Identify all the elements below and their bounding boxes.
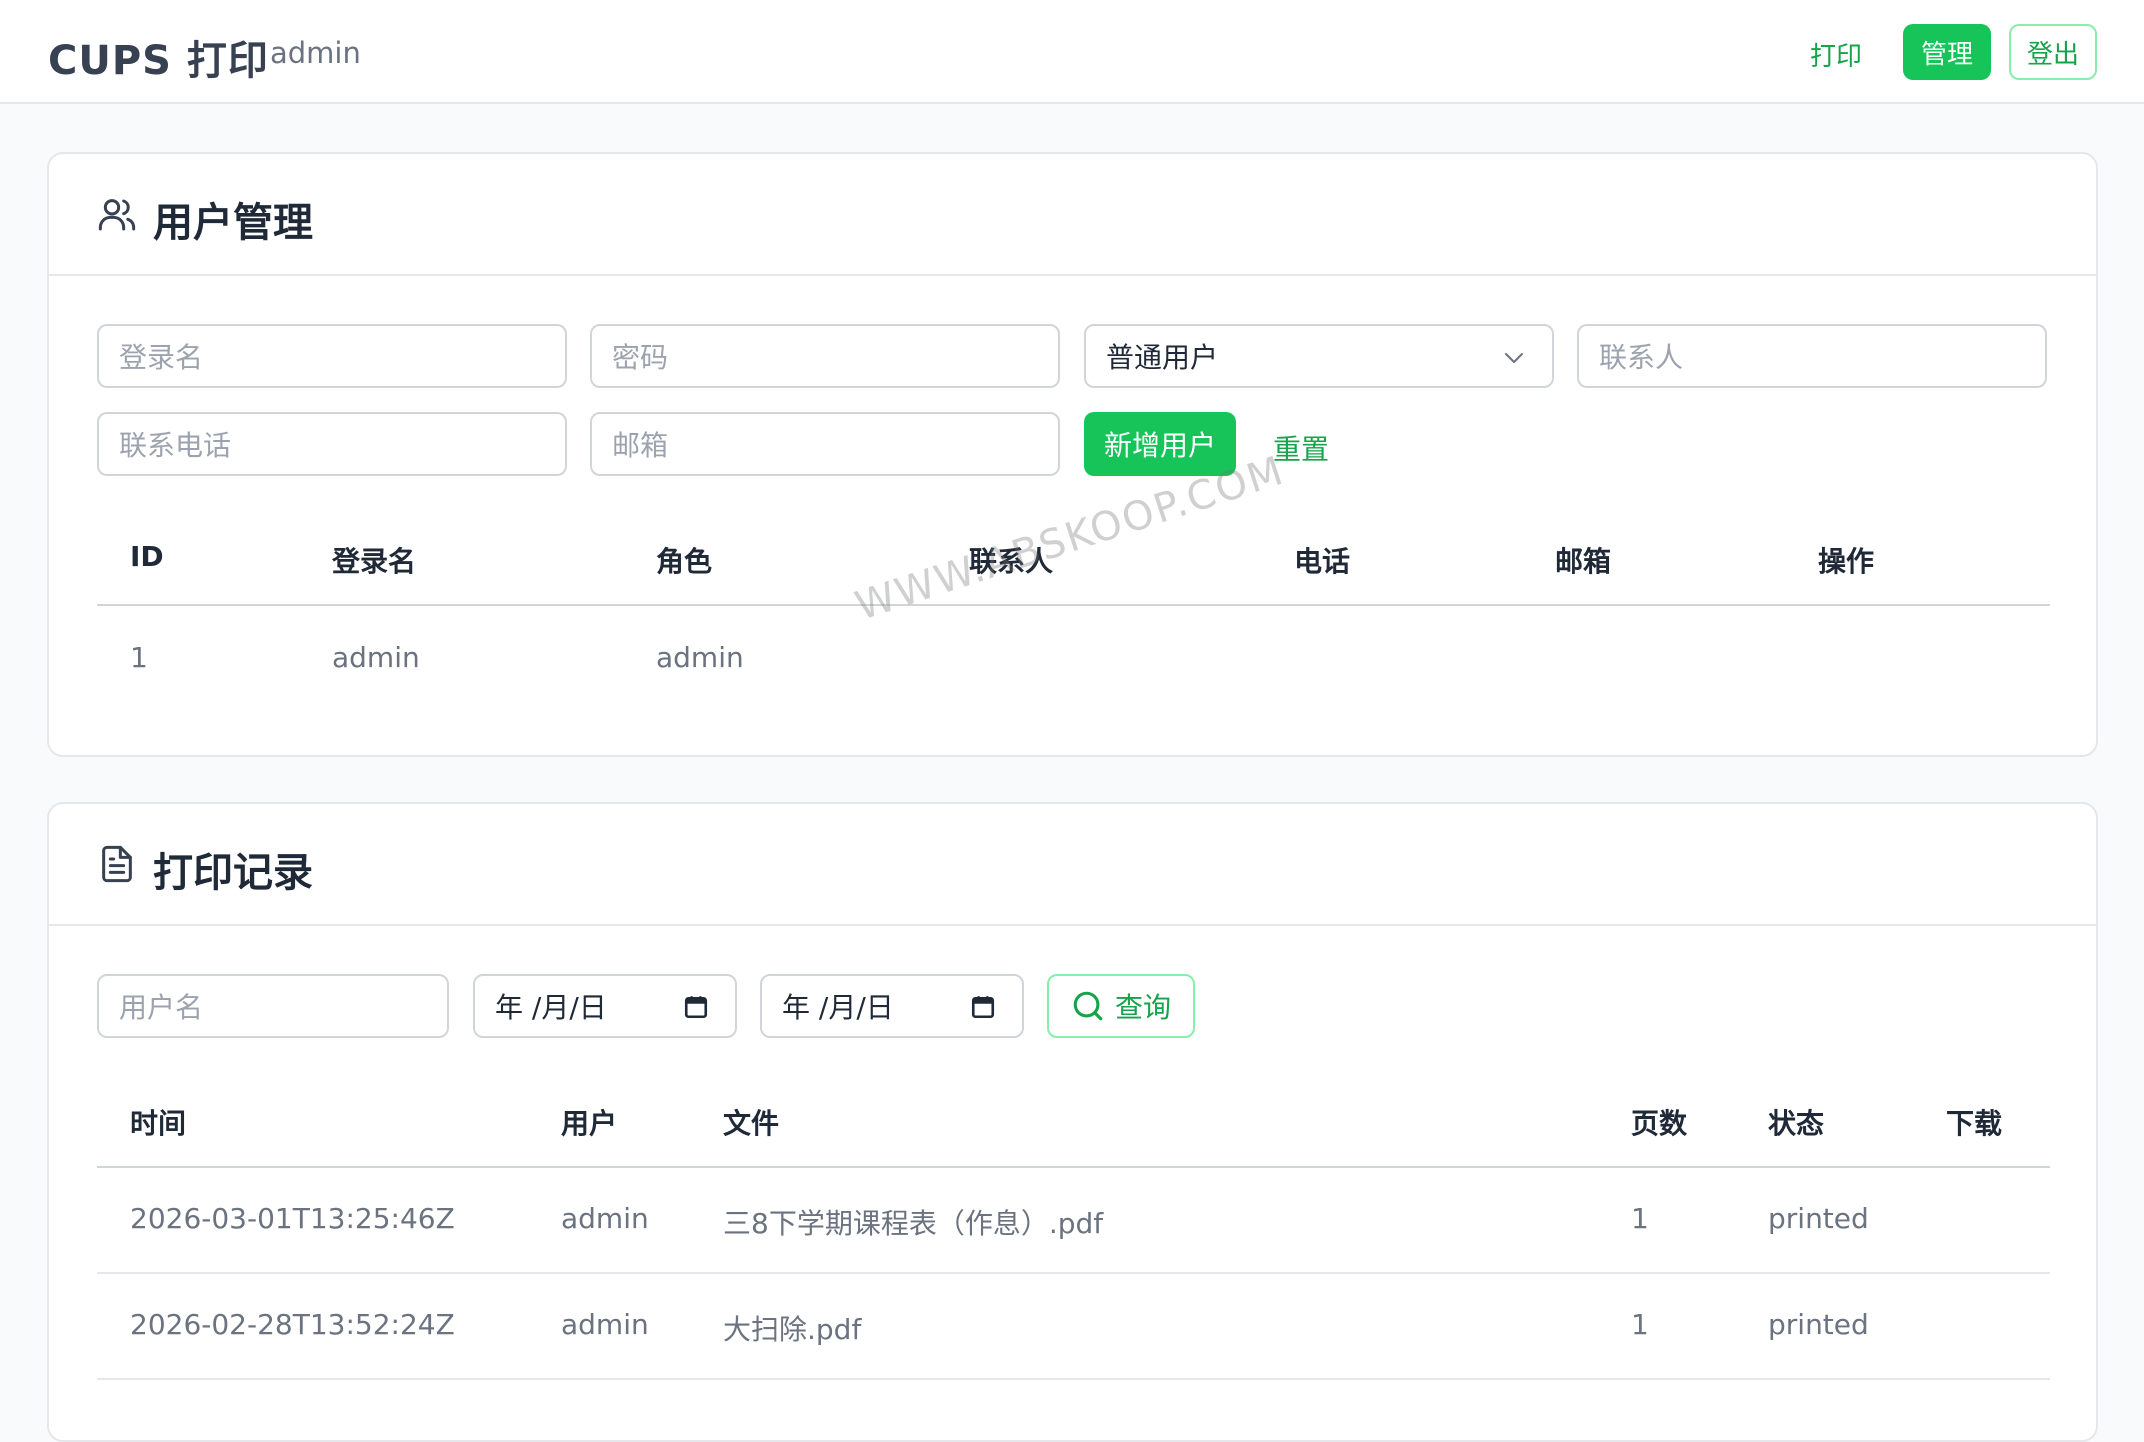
top-bar: CUPS 打印 admin 打印 管理 登出 [0,0,2144,104]
row-divider [97,1272,2050,1274]
record-file: 大扫除.pdf [723,1313,862,1346]
col-header-id: ID [130,540,164,573]
col-header-pages: 页数 [1631,1107,1688,1140]
users-icon [98,199,136,231]
contact-input[interactable]: 联系人 [1577,324,2047,388]
record-user: admin [561,1202,649,1235]
col-header-login: 登录名 [332,545,417,578]
role-select-value: 普通用户 [1106,341,1219,374]
role-select[interactable]: 普通用户 [1084,324,1554,388]
print-records-header: 打印记录 [49,804,2096,926]
login-name-input[interactable]: 登录名 [97,324,567,388]
user-management-title: 用户管理 [153,200,313,246]
col-header-file: 文件 [723,1107,780,1140]
record-status: printed [1768,1308,1869,1341]
record-pages: 1 [1631,1308,1649,1341]
user-row-id: 1 [130,641,148,674]
print-records-card: 打印记录 用户名 年 /月/日 年 /月/日 查询 时间 用户 文件 页数 状态… [47,802,2098,1442]
phone-input[interactable]: 联系电话 [97,412,567,476]
query-button-label: 查询 [1114,991,1171,1024]
print-records-title: 打印记录 [153,850,313,896]
date-from-input[interactable]: 年 /月/日 [473,974,737,1038]
record-pages: 1 [1631,1202,1649,1235]
user-management-card: 用户管理 登录名 密码 普通用户 联系人 联系电话 邮箱 新增用户 重置 ID … [47,152,2098,757]
col-header-time: 时间 [130,1107,187,1140]
email-input[interactable]: 邮箱 [590,412,1060,476]
table-header-divider [97,604,2050,606]
search-icon [1073,991,1103,1021]
current-user: admin [270,36,361,70]
record-time: 2026-03-01T13:25:46Z [130,1202,455,1235]
user-row-role: admin [656,641,744,674]
col-header-download: 下载 [1946,1107,2003,1140]
calendar-icon[interactable] [970,994,996,1020]
record-user: admin [561,1308,649,1341]
password-input[interactable]: 密码 [590,324,1060,388]
logout-button[interactable]: 登出 [2009,24,2097,80]
add-user-button[interactable]: 新增用户 [1084,412,1236,476]
table-header-divider [97,1166,2050,1168]
date-from-value: 年 /月/日 [495,991,607,1024]
nav-manage-button[interactable]: 管理 [1903,24,1991,80]
date-to-input[interactable]: 年 /月/日 [760,974,1024,1038]
app-title: CUPS 打印 [48,38,269,84]
col-header-actions: 操作 [1818,545,1875,578]
query-button[interactable]: 查询 [1047,974,1195,1038]
calendar-icon[interactable] [683,994,709,1020]
col-header-role: 角色 [656,545,713,578]
user-management-header: 用户管理 [49,154,2096,276]
nav-print-link[interactable]: 打印 [1810,36,1862,73]
col-header-phone: 电话 [1294,545,1351,578]
col-header-user: 用户 [561,1107,618,1140]
date-to-value: 年 /月/日 [782,991,894,1024]
col-header-email: 邮箱 [1555,545,1612,578]
reset-button[interactable]: 重置 [1273,428,1329,468]
record-file: 三8下学期课程表（作息）.pdf [723,1207,1104,1240]
row-divider [97,1378,2050,1380]
document-icon [102,845,132,883]
username-filter-input[interactable]: 用户名 [97,974,449,1038]
record-status: printed [1768,1202,1869,1235]
col-header-status: 状态 [1768,1107,1825,1140]
chevron-down-icon [1505,353,1523,363]
record-time: 2026-02-28T13:52:24Z [130,1308,455,1341]
user-row-login: admin [332,641,420,674]
